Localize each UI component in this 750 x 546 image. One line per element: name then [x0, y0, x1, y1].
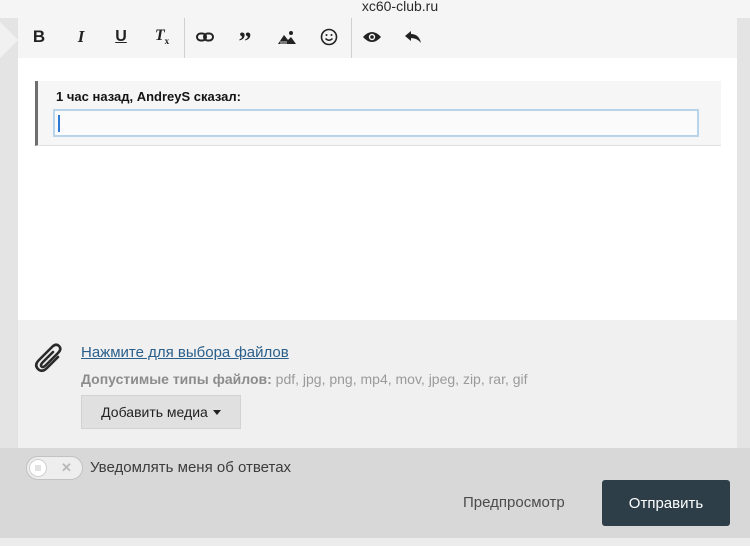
link-button[interactable] — [190, 22, 220, 52]
toolbar-separator — [351, 18, 352, 58]
toggle-lines-icon — [35, 465, 41, 471]
notify-label[interactable]: Уведомлять меня об ответах — [90, 459, 291, 476]
arrow-back-icon — [405, 31, 421, 43]
clear-format-button[interactable]: Tx — [147, 22, 177, 52]
add-media-button[interactable]: Добавить медиа — [81, 395, 241, 429]
choose-files-link[interactable]: Нажмите для выбора файлов — [81, 344, 289, 361]
preview-toggle-button[interactable] — [357, 22, 387, 52]
undo-button[interactable] — [398, 22, 428, 52]
close-icon: ✕ — [61, 460, 72, 475]
paperclip-icon — [34, 343, 62, 373]
bold-button[interactable]: B — [24, 22, 54, 52]
toolbar-separator — [184, 18, 185, 58]
page-bottom-strip — [0, 538, 750, 546]
underline-button[interactable]: U — [106, 22, 136, 52]
notify-toggle[interactable]: ✕ — [26, 456, 83, 480]
link-icon — [196, 32, 214, 42]
editor-toolbar: B I U Tx ” — [18, 18, 737, 58]
quote-text-input[interactable] — [53, 109, 699, 137]
rich-text-editor[interactable]: B I U Tx ” 1 час назад, AndreyS сказал: — [18, 18, 737, 320]
preview-button[interactable]: Предпросмотр — [463, 494, 565, 511]
attachment-area: Нажмите для выбора файлов Допустимые тип… — [18, 320, 737, 448]
image-icon — [278, 31, 296, 44]
bold-icon: B — [32, 27, 46, 46]
add-media-label: Добавить медиа — [101, 404, 208, 420]
italic-icon: I — [77, 27, 85, 46]
submit-button[interactable]: Отправить — [602, 480, 730, 526]
emoji-button[interactable] — [314, 22, 344, 52]
chevron-down-icon — [212, 409, 221, 415]
left-scroll-band — [0, 18, 18, 448]
smiley-icon — [320, 28, 338, 46]
allowed-file-types: Допустимые типы файлов: pdf, jpg, png, m… — [81, 371, 528, 387]
quote-icon: ” — [238, 27, 252, 56]
toggle-knob — [29, 459, 47, 477]
allowed-types-value: pdf, jpg, png, mp4, mov, jpeg, zip, rar,… — [275, 371, 528, 387]
allowed-types-label: Допустимые типы файлов: — [81, 371, 272, 387]
right-scroll-band — [737, 18, 750, 448]
image-button[interactable] — [272, 22, 302, 52]
reply-footer: ✕ Уведомлять меня об ответах Предпросмот… — [18, 448, 737, 538]
browser-url-text: xc60-club.ru — [361, 0, 439, 14]
eye-icon — [363, 32, 381, 42]
underline-icon: U — [115, 28, 127, 45]
quote-button[interactable]: ” — [230, 22, 260, 56]
browser-url-bar[interactable]: xc60-club.ru — [0, 0, 750, 19]
quote-header: 1 час назад, AndreyS сказал: — [56, 89, 242, 104]
left-collapse-arrow[interactable] — [0, 22, 18, 58]
clear-format-icon: Tx — [154, 27, 170, 47]
text-caret — [58, 115, 60, 132]
quote-block: 1 час назад, AndreyS сказал: — [35, 81, 721, 146]
italic-button[interactable]: I — [66, 22, 96, 52]
